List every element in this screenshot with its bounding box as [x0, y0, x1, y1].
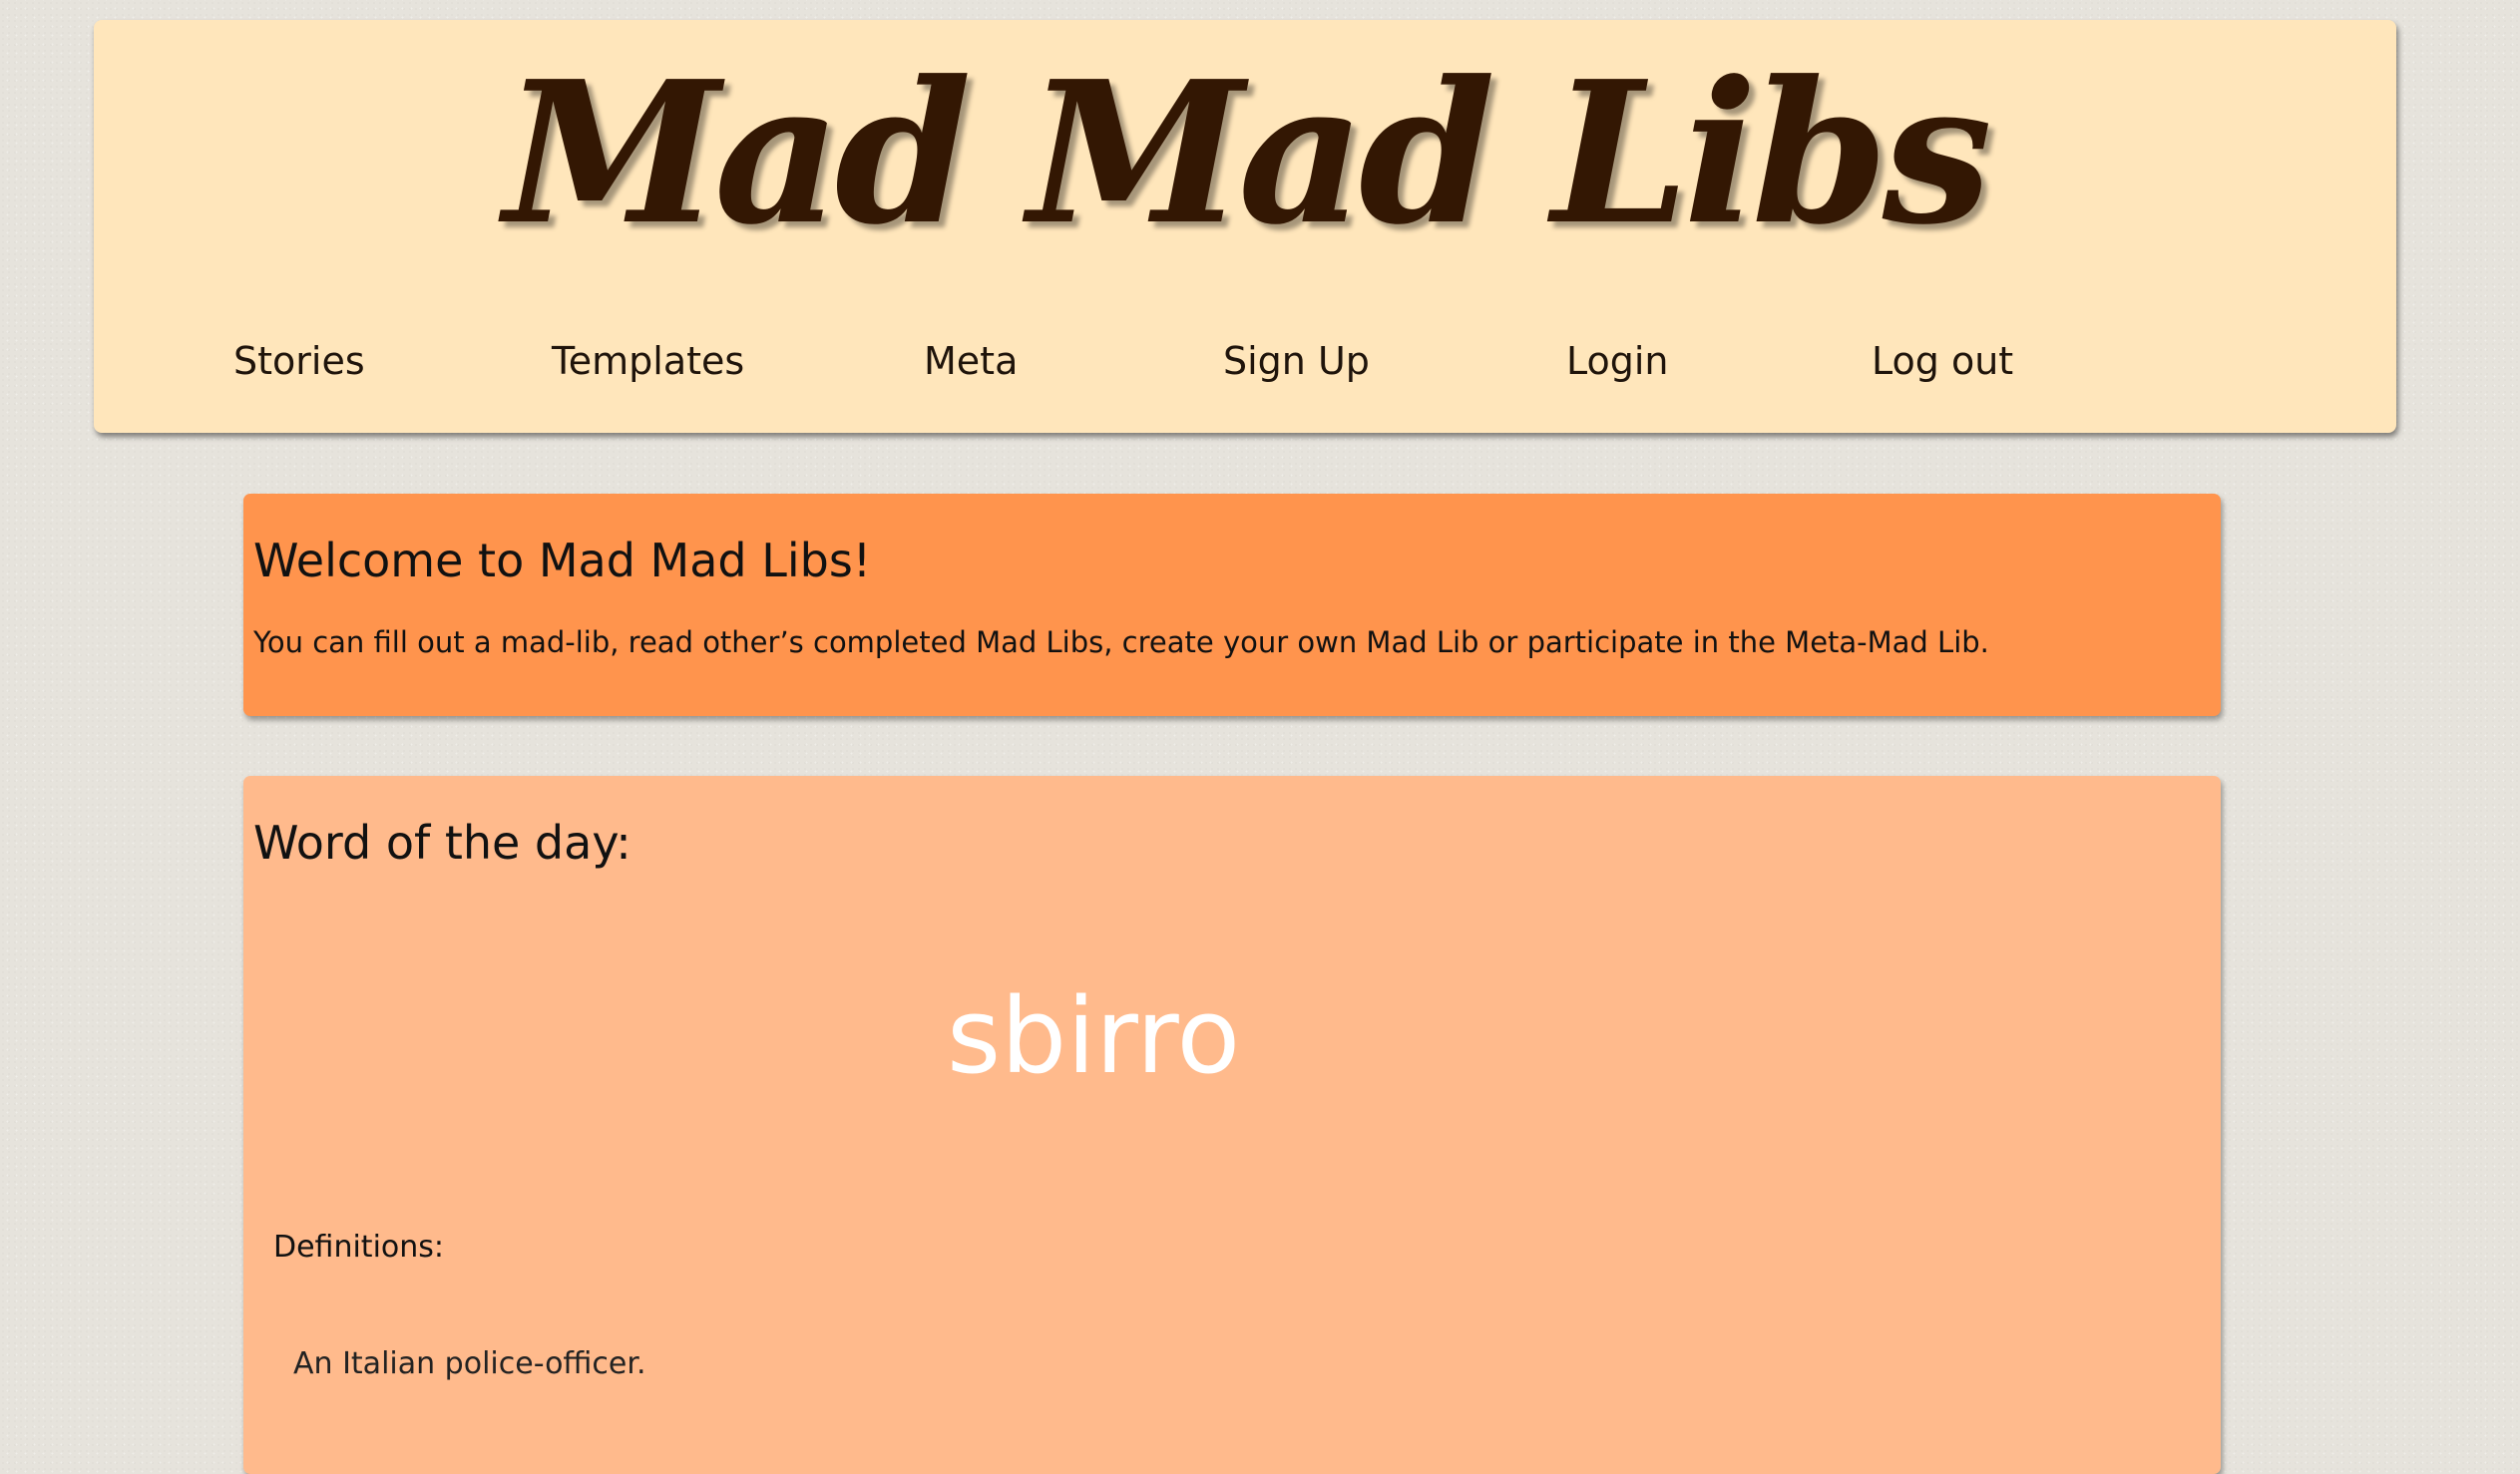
nav-sign-up-link[interactable]: Sign Up	[1223, 339, 1370, 383]
nav-meta-link[interactable]: Meta	[924, 339, 1018, 383]
site-title[interactable]: Mad Mad Libs	[94, 56, 2396, 251]
site-header: Mad Mad Libs Stories Templates Meta Sign…	[94, 20, 2396, 433]
word-of-the-day-word: sbirro	[947, 975, 1241, 1097]
definitions-label: Definitions:	[273, 1230, 445, 1265]
definition-item: An Italian police-officer.	[293, 1346, 646, 1381]
welcome-heading: Welcome to Mad Mad Libs!	[253, 534, 872, 587]
nav-stories-link[interactable]: Stories	[233, 339, 365, 383]
word-of-the-day-card: Word of the day: sbirro Definitions: An …	[243, 776, 2221, 1474]
word-of-the-day-heading: Word of the day:	[253, 816, 631, 870]
main-nav: Stories Templates Meta Sign Up Login Log…	[94, 339, 2396, 399]
welcome-description: You can fill out a mad-lib, read other’s…	[253, 625, 1989, 659]
nav-login-link[interactable]: Login	[1566, 339, 1669, 383]
welcome-card: Welcome to Mad Mad Libs! You can fill ou…	[243, 494, 2221, 716]
nav-log-out-link[interactable]: Log out	[1872, 339, 2013, 383]
nav-templates-link[interactable]: Templates	[552, 339, 744, 383]
